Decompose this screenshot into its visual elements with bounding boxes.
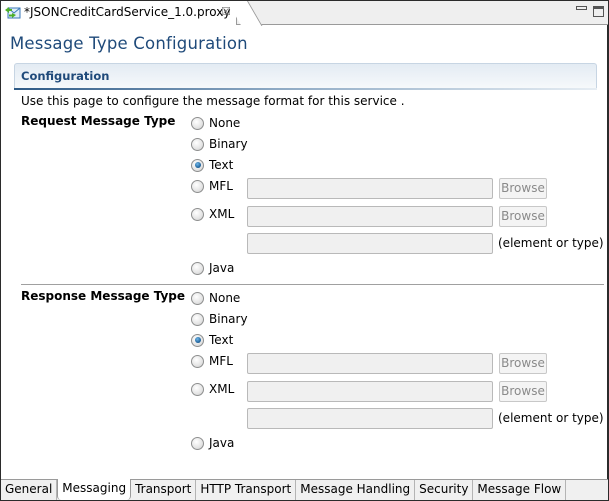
tab-message-handling[interactable]: Message Handling (296, 480, 416, 500)
tab-transport[interactable]: Transport (131, 480, 197, 500)
response-xml-input[interactable] (247, 381, 493, 402)
request-radio-text[interactable]: Text (191, 157, 233, 173)
editor-tab-title: *JSONCreditCardService_1.0.proxy (24, 5, 231, 19)
radio-button[interactable] (191, 354, 204, 368)
radio-button[interactable] (191, 116, 204, 130)
response-radio-text[interactable]: Text (191, 332, 233, 348)
response-radio-xml[interactable]: XML (191, 381, 234, 397)
request-message-type-label: Request Message Type (21, 114, 176, 128)
request-mfl-browse-button[interactable]: Browse (499, 178, 547, 199)
request-radio-binary[interactable]: Binary (191, 136, 248, 152)
tab-general[interactable]: General (1, 480, 58, 500)
tab-message-flow[interactable]: Message Flow (473, 480, 567, 500)
maximize-icon[interactable] (593, 6, 604, 17)
request-xml-browse-button[interactable]: Browse (499, 206, 547, 227)
radio-button[interactable] (191, 137, 204, 151)
request-xml-input[interactable] (247, 206, 493, 227)
radio-button[interactable] (191, 382, 204, 396)
response-xml-browse-button[interactable]: Browse (499, 381, 547, 402)
radio-label: Text (209, 333, 234, 347)
tab-messaging[interactable]: Messaging (57, 479, 132, 500)
page-tab-bar: General Messaging Transport HTTP Transpo… (1, 479, 608, 500)
radio-button[interactable] (191, 312, 204, 326)
radio-button[interactable] (191, 436, 204, 450)
section-divider (14, 88, 597, 90)
editor-window: *JSONCreditCardService_1.0.proxy ☒ Messa… (0, 0, 609, 501)
editor-tab-bar: *JSONCreditCardService_1.0.proxy ☒ (1, 1, 608, 25)
radio-button[interactable] (191, 179, 204, 193)
response-radio-mfl[interactable]: MFL (191, 353, 233, 369)
request-radio-java[interactable]: Java (191, 260, 234, 276)
radio-label: Binary (209, 137, 248, 151)
response-xml-element-input[interactable] (247, 408, 493, 429)
request-radio-mfl[interactable]: MFL (191, 178, 233, 194)
response-radio-none[interactable]: None (191, 290, 240, 306)
radio-label: Java (209, 436, 235, 450)
request-radio-none[interactable]: None (191, 115, 240, 131)
radio-label: MFL (209, 354, 233, 368)
radio-label: MFL (209, 179, 233, 193)
radio-button-selected[interactable] (191, 333, 204, 347)
section-title: Configuration (21, 69, 110, 83)
tab-security[interactable]: Security (415, 480, 474, 500)
radio-label: XML (209, 207, 235, 221)
radio-button-selected[interactable] (191, 158, 204, 172)
page-title: Message Type Configuration (10, 34, 248, 53)
radio-label: Java (209, 261, 235, 275)
request-mfl-input[interactable] (247, 178, 493, 199)
proxy-service-icon (5, 7, 21, 19)
tab-http-transport[interactable]: HTTP Transport (196, 480, 297, 500)
radio-button[interactable] (191, 291, 204, 305)
close-icon[interactable]: ☒ (221, 5, 231, 18)
radio-label: None (209, 116, 241, 130)
radio-label: None (209, 291, 241, 305)
response-mfl-browse-button[interactable]: Browse (499, 353, 547, 374)
response-radio-binary[interactable]: Binary (191, 311, 248, 327)
response-radio-java[interactable]: Java (191, 435, 234, 451)
radio-label: XML (209, 382, 235, 396)
radio-button[interactable] (191, 261, 204, 275)
section-separator (21, 284, 604, 285)
editor-tab[interactable]: *JSONCreditCardService_1.0.proxy ☒ (1, 1, 237, 25)
section-header[interactable]: Configuration (14, 63, 597, 88)
response-mfl-input[interactable] (247, 353, 493, 374)
response-message-type-label: Response Message Type (21, 289, 186, 303)
response-element-hint: (element or type) (498, 411, 604, 425)
request-element-hint: (element or type) (498, 236, 604, 250)
minimize-icon[interactable] (576, 6, 587, 10)
radio-button[interactable] (191, 207, 204, 221)
request-radio-xml[interactable]: XML (191, 206, 234, 222)
intro-text: Use this page to configure the message f… (21, 94, 405, 108)
radio-label: Binary (209, 312, 248, 326)
request-xml-element-input[interactable] (247, 233, 493, 254)
radio-label: Text (209, 158, 234, 172)
